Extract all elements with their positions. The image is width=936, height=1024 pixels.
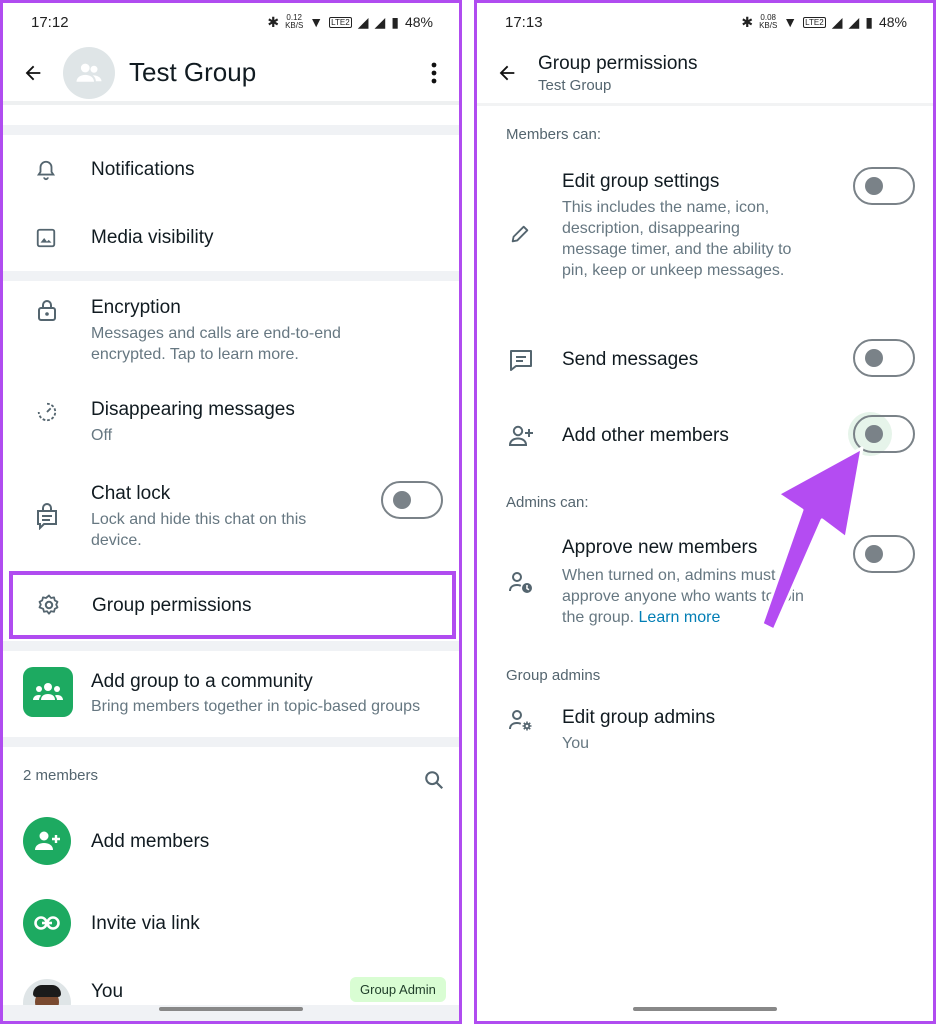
admins-can-heading: Admins can: <box>506 494 589 511</box>
add-person-icon <box>507 423 535 449</box>
encryption-row[interactable]: Encryption Messages and calls are end-to… <box>3 285 459 377</box>
send-messages-row[interactable]: Send messages <box>477 333 933 389</box>
header-divider <box>3 101 459 105</box>
learn-more-link[interactable]: Learn more <box>639 609 721 626</box>
battery-level: 48% <box>404 14 433 30</box>
chat-lock-title: Chat lock <box>91 483 171 504</box>
group-admin-badge: Group Admin <box>350 977 446 1002</box>
community-icon <box>23 667 73 717</box>
invite-link-label: Invite via link <box>91 913 200 934</box>
pencil-icon <box>507 221 533 247</box>
status-bar: 17:13 ✱ 0.08 KB/S ▼ LTE2 ◢ ◢ ▮ 48% <box>477 3 933 41</box>
header-divider <box>477 103 933 106</box>
disappearing-messages-row[interactable]: Disappearing messages Off <box>3 387 459 459</box>
chat-lock-subtitle: Lock and hide this chat on this device. <box>91 511 307 549</box>
status-bar: 17:12 ✱ 0.12 KB/S ▼ LTE2 ◢ ◢ ▮ 48% <box>3 3 459 41</box>
network-speed: 0.08 KB/S <box>759 13 778 30</box>
media-visibility-row[interactable]: Media visibility <box>3 205 459 271</box>
search-icon[interactable] <box>421 767 447 793</box>
wifi-icon: ▼ <box>783 14 798 30</box>
group-title[interactable]: Test Group <box>129 57 256 88</box>
add-other-members-title: Add other members <box>562 425 729 446</box>
member-you-name: You <box>91 981 124 1002</box>
group-icon <box>76 63 102 82</box>
disappearing-subtitle: Off <box>91 427 113 444</box>
bluetooth-icon: ✱ <box>267 13 280 30</box>
lte-icon: LTE2 <box>329 16 352 28</box>
signal-icon: ◢ <box>357 13 369 30</box>
signal2-icon: ◢ <box>374 13 386 30</box>
timer-icon <box>35 399 59 425</box>
community-title: Add group to a community <box>91 671 313 692</box>
send-messages-toggle[interactable] <box>853 339 915 377</box>
signal2-icon: ◢ <box>848 13 860 30</box>
lte-icon: LTE2 <box>803 16 826 28</box>
bell-icon <box>33 157 59 183</box>
battery-level: 48% <box>878 14 907 30</box>
chat-lock-toggle[interactable] <box>381 481 443 519</box>
chat-lock-row[interactable]: Chat lock Lock and hide this chat on thi… <box>3 471 459 563</box>
section-divider <box>3 125 459 135</box>
edit-admins-subtitle: You <box>562 735 589 752</box>
edit-settings-subtitle: This includes the name, icon, descriptio… <box>562 199 792 279</box>
group-admins-heading: Group admins <box>506 667 601 684</box>
members-can-heading: Members can: <box>506 126 602 143</box>
page-subtitle: Test Group <box>538 77 612 94</box>
encryption-title: Encryption <box>91 297 181 318</box>
notifications-label: Notifications <box>91 159 195 180</box>
left-screen: 17:12 ✱ 0.12 KB/S ▼ LTE2 ◢ ◢ ▮ 48% Test G… <box>0 0 462 1024</box>
invite-link-row[interactable]: Invite via link <box>3 895 459 955</box>
image-icon <box>33 225 59 251</box>
section-divider <box>3 737 459 747</box>
back-arrow-icon[interactable] <box>493 59 521 87</box>
more-options-icon[interactable] <box>423 59 445 87</box>
add-person-icon <box>23 817 71 865</box>
back-arrow-icon[interactable] <box>19 59 47 87</box>
group-permissions-row[interactable]: Group permissions <box>9 571 456 639</box>
group-permissions-label: Group permissions <box>92 595 252 616</box>
edit-settings-title: Edit group settings <box>562 171 720 192</box>
battery-icon: ▮ <box>865 13 873 30</box>
encryption-subtitle: Messages and calls are end-to-end encryp… <box>91 325 341 363</box>
status-time: 17:13 <box>505 13 543 31</box>
send-messages-title: Send messages <box>562 349 699 370</box>
edit-group-admins-row[interactable]: Edit group admins You <box>477 699 933 765</box>
community-subtitle: Bring members together in topic-based gr… <box>91 698 421 715</box>
home-indicator[interactable] <box>633 1007 777 1011</box>
approve-title: Approve new members <box>562 537 758 558</box>
message-icon <box>507 347 535 373</box>
bluetooth-icon: ✱ <box>741 13 754 30</box>
gear-icon <box>35 591 63 619</box>
notifications-row[interactable]: Notifications <box>3 137 459 203</box>
edit-settings-toggle[interactable] <box>853 167 915 205</box>
wifi-icon: ▼ <box>309 14 324 30</box>
battery-icon: ▮ <box>391 13 399 30</box>
home-indicator[interactable] <box>159 1007 303 1011</box>
members-count: 2 members <box>23 767 99 784</box>
chat-lock-icon <box>33 501 61 531</box>
edit-admins-title: Edit group admins <box>562 707 716 728</box>
person-gear-icon <box>507 707 535 735</box>
section-divider <box>3 271 459 281</box>
group-avatar[interactable] <box>63 47 115 99</box>
media-visibility-label: Media visibility <box>91 227 214 248</box>
person-clock-icon <box>507 569 535 597</box>
disappearing-title: Disappearing messages <box>91 399 295 420</box>
annotation-arrow-icon <box>760 446 864 632</box>
edit-group-settings-row[interactable]: Edit group settings This includes the na… <box>477 161 933 311</box>
add-members-label: Add members <box>91 831 210 852</box>
signal-icon: ◢ <box>831 13 843 30</box>
add-to-community-row[interactable]: Add group to a community Bring members t… <box>3 655 459 733</box>
link-icon <box>23 899 71 947</box>
lock-icon <box>35 297 59 323</box>
add-members-row[interactable]: Add members <box>3 813 459 873</box>
status-time: 17:12 <box>31 13 69 31</box>
section-divider <box>3 641 459 651</box>
page-title: Group permissions <box>538 53 698 74</box>
network-speed: 0.12 KB/S <box>285 13 304 30</box>
